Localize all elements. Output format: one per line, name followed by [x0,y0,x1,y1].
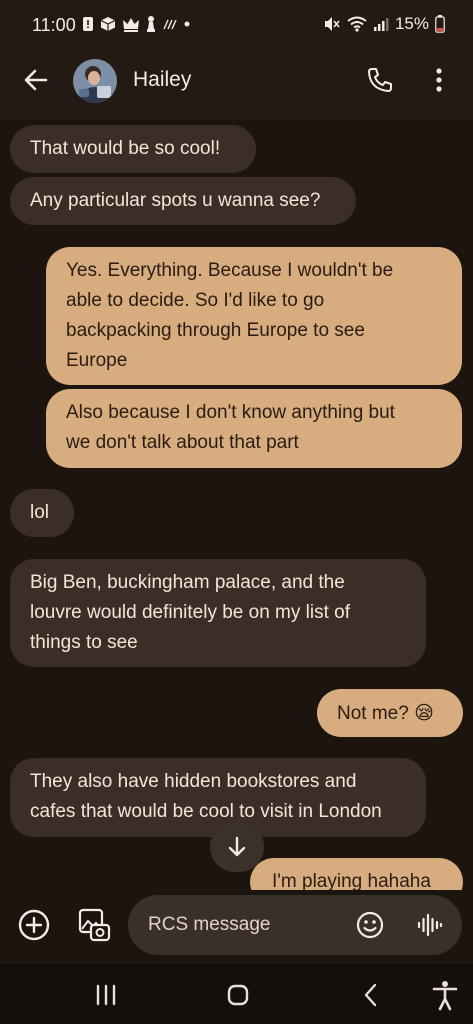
package-icon [100,17,116,31]
crown-icon [123,18,139,32]
message-bubble[interactable]: lol [10,489,74,537]
arrow-down-icon [228,836,246,857]
battery-icon [435,15,445,33]
message-bubble[interactable]: Any particular spots u wanna see? [10,177,356,225]
message-line: They also have hidden bookstores and [30,771,357,792]
message-text: lol [30,502,50,523]
more-vert-icon[interactable] [424,65,454,95]
home-icon[interactable] [222,982,254,1008]
message-bubble[interactable]: Also because I don't know anything but w… [46,389,462,468]
app-bar [0,50,473,120]
message-line: louvre would definitely be on my list of [30,602,350,623]
avatar-image [73,59,117,103]
mute-icon [324,17,340,31]
message-text: Not me? [337,703,409,724]
phone-icon[interactable] [365,65,395,95]
message-line: Also because I don't know anything but [66,402,395,423]
sleepy-face-emoji: 😪 [414,702,434,724]
message-bubble[interactable]: I'm playing hahaha [250,858,463,890]
message-line: Europe [66,350,128,371]
message-bubble[interactable]: That would be so cool! [10,125,256,173]
battery-percent: 15% [394,14,429,33]
message-line: cafes that would be cool to visit in Lon… [30,801,382,822]
accessibility-icon[interactable] [428,978,462,1012]
recents-icon[interactable] [86,982,126,1008]
back-icon[interactable] [356,980,386,1010]
message-bubble[interactable]: They also have hidden bookstores and caf… [10,758,426,837]
voice-waveform-icon[interactable] [414,910,444,940]
message-line: Big Ben, buckingham palace, and the [30,572,345,593]
message-text: Any particular spots u wanna see? [30,190,321,211]
message-bubble[interactable]: Yes. Everything. Because I wouldn't be a… [46,247,462,385]
message-line: things to see [30,632,138,653]
add-circle-icon[interactable] [17,908,51,942]
message-line: backpacking through Europe to see [66,320,365,341]
status-time: 11:00 [32,15,76,35]
avatar[interactable] [73,59,117,103]
chess-icon [147,16,155,32]
arrow-back-icon[interactable] [20,64,52,96]
notification-icons [82,15,190,33]
message-line: Yes. Everything. Because I wouldn't be [66,260,394,281]
scroll-to-bottom-button[interactable] [210,822,264,872]
dot-icon [184,21,190,27]
cellular-icon [373,18,389,31]
emoji-icon[interactable] [355,910,385,940]
status-right: 15% [323,14,445,34]
message-bubble[interactable]: Not me? 😪 [317,689,463,737]
wifi-icon [347,16,367,32]
contact-name[interactable]: Hailey [133,68,191,92]
message-bubble[interactable]: Big Ben, buckingham palace, and the louv… [10,559,426,667]
message-line: we don't talk about that part [66,432,299,453]
message-line: able to decide. So I'd like to go [66,290,325,311]
message-input[interactable] [148,912,338,938]
alert-icon [83,17,93,31]
status-bar: 11:00 15% [0,0,473,50]
message-text: That would be so cool! [30,138,221,159]
signal-wave-icon [163,19,177,30]
conversation[interactable]: That would be so cool! Any particular sp… [0,120,473,890]
message-text: I'm playing hahaha [272,871,431,890]
gallery-icon[interactable] [77,907,111,943]
